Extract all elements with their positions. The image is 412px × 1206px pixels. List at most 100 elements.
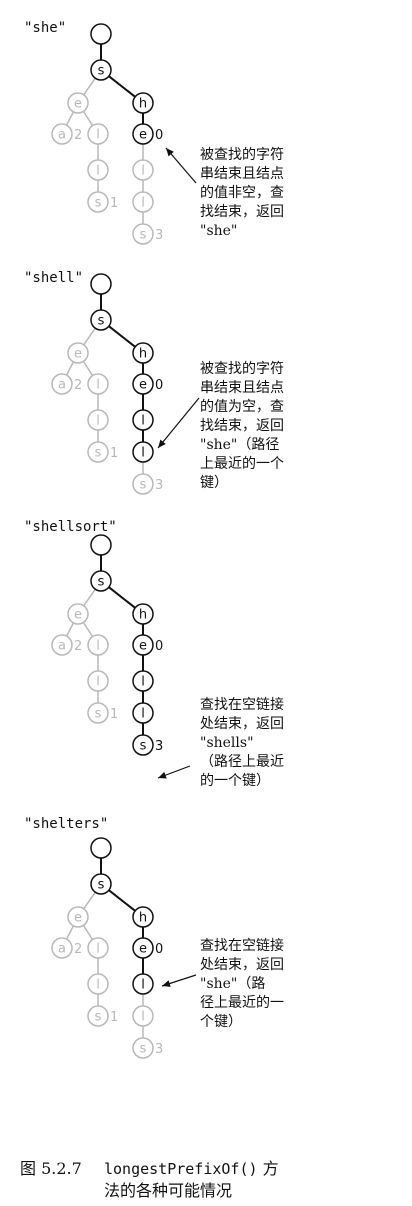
trie-node bbox=[90, 273, 112, 295]
annotation-line: 被查找的字符 bbox=[200, 361, 284, 377]
annotation-line: 处结束，返回 bbox=[200, 716, 284, 732]
node-value: 0 bbox=[155, 942, 163, 957]
trie-edge bbox=[83, 77, 96, 96]
node-char: s bbox=[95, 196, 102, 211]
annotation-line: 上最近的一个 bbox=[200, 456, 284, 472]
node-char: l bbox=[96, 164, 100, 179]
node-value: 3 bbox=[155, 228, 163, 243]
trie-edge bbox=[83, 891, 96, 910]
annotation-line: 找结束，返回 bbox=[200, 418, 284, 434]
trie-edge bbox=[108, 75, 136, 98]
node-char: l bbox=[141, 675, 145, 690]
figure-caption: 图 5.2.7 longestPrefixOf() 方 法的各种可能情况 bbox=[20, 1158, 279, 1202]
trie-edge bbox=[65, 111, 75, 126]
annotation-line: 的值非空，查 bbox=[200, 185, 284, 201]
annotation-note: 被查找的字符 串结束且结点 的值为空，查 找结束，返回 "she"（路径 上最近的一个 键） bbox=[200, 360, 284, 493]
node-char: l bbox=[96, 378, 100, 393]
node-value: 3 bbox=[155, 1042, 163, 1057]
node-char: l bbox=[96, 675, 100, 690]
node-char: h bbox=[139, 97, 147, 112]
node-char: l bbox=[141, 414, 145, 429]
trie-edge bbox=[108, 586, 136, 609]
node-char: e bbox=[139, 942, 147, 957]
node-char: e bbox=[139, 128, 147, 143]
caption-text-2: 法的各种可能情况 bbox=[104, 1181, 233, 1200]
trie-edge bbox=[108, 889, 136, 912]
arrowhead bbox=[162, 980, 171, 987]
node-value: 3 bbox=[155, 739, 163, 754]
node-char: l bbox=[141, 446, 145, 461]
node-value: 1 bbox=[110, 446, 118, 461]
annotation-note: 查找在空链接 处结束，返回 "shells" （路径上最近 的一个键） bbox=[200, 696, 284, 791]
trie-edge bbox=[65, 361, 75, 376]
annotation-line: 串结束且结点 bbox=[200, 380, 284, 396]
annotation-line: 键） bbox=[200, 475, 228, 491]
figure-number: 图 5.2.7 bbox=[20, 1159, 82, 1178]
node-value: 1 bbox=[110, 196, 118, 211]
node-value: 1 bbox=[110, 707, 118, 722]
method-name: longestPrefixOf() bbox=[104, 1160, 258, 1178]
node-value: 0 bbox=[155, 378, 163, 393]
node-char: l bbox=[141, 164, 145, 179]
pointer-arrow bbox=[157, 397, 200, 449]
node-char: s bbox=[98, 878, 105, 893]
annotation-line: 处结束，返回 bbox=[200, 957, 284, 973]
node-char: a bbox=[58, 942, 66, 957]
arrowhead bbox=[158, 771, 167, 779]
trie-node bbox=[90, 534, 112, 556]
node-char: h bbox=[139, 347, 147, 362]
node-char: e bbox=[74, 97, 82, 112]
node-value: 1 bbox=[110, 1010, 118, 1025]
annotation-line: 的值为空，查 bbox=[200, 399, 284, 415]
node-char: s bbox=[95, 1010, 102, 1025]
annotation-line: 找结束，返回 bbox=[200, 204, 284, 220]
annotation-line: 串结束且结点 bbox=[200, 166, 284, 182]
annotation-note: 查找在空链接 处结束，返回 "she"（路 径上最近的一 个键） bbox=[200, 937, 284, 1032]
node-value: 2 bbox=[74, 942, 82, 957]
node-char: l bbox=[141, 196, 145, 211]
node-char: s bbox=[98, 64, 105, 79]
node-value: 2 bbox=[74, 378, 82, 393]
annotation-line: "shells" bbox=[200, 735, 254, 751]
node-char: s bbox=[140, 478, 147, 493]
trie-edge bbox=[82, 110, 94, 127]
trie-edge bbox=[82, 360, 94, 377]
node-char: a bbox=[58, 378, 66, 393]
node-char: s bbox=[95, 707, 102, 722]
trie-edge bbox=[65, 622, 75, 637]
node-value: 2 bbox=[74, 639, 82, 654]
node-char: l bbox=[96, 128, 100, 143]
node-char: h bbox=[139, 911, 147, 926]
annotation-note: 被查找的字符 串结束且结点 的值非空，查 找结束，返回 "she" bbox=[200, 146, 284, 241]
node-char: l bbox=[96, 639, 100, 654]
node-char: l bbox=[141, 1010, 145, 1025]
trie-edge bbox=[82, 924, 94, 941]
node-char: s bbox=[98, 575, 105, 590]
node-char: s bbox=[140, 1042, 147, 1057]
annotation-line: 查找在空链接 bbox=[200, 697, 284, 713]
node-char: l bbox=[96, 978, 100, 993]
node-char: l bbox=[141, 707, 145, 722]
trie-edge bbox=[65, 925, 75, 940]
trie-edge bbox=[82, 621, 94, 638]
node-value: 0 bbox=[155, 639, 163, 654]
annotation-line: 径上最近的一 bbox=[200, 995, 284, 1011]
node-char: e bbox=[74, 347, 82, 362]
trie-edge bbox=[83, 588, 96, 607]
caption-text-1: 方 bbox=[257, 1159, 279, 1178]
trie-node bbox=[90, 23, 112, 45]
annotation-line: "she"（路 bbox=[200, 976, 266, 992]
node-char: e bbox=[139, 639, 147, 654]
annotation-line: 被查找的字符 bbox=[200, 147, 284, 163]
node-char: s bbox=[140, 228, 147, 243]
annotation-line: 个键） bbox=[200, 1014, 242, 1030]
node-char: h bbox=[139, 608, 147, 623]
node-char: l bbox=[96, 414, 100, 429]
node-char: e bbox=[74, 911, 82, 926]
annotation-line: 的一个键） bbox=[200, 773, 270, 789]
annotation-line: "she"（路径 bbox=[200, 437, 280, 453]
node-char: e bbox=[74, 608, 82, 623]
node-char: s bbox=[140, 739, 147, 754]
node-char: a bbox=[58, 128, 66, 143]
node-char: s bbox=[98, 314, 105, 329]
